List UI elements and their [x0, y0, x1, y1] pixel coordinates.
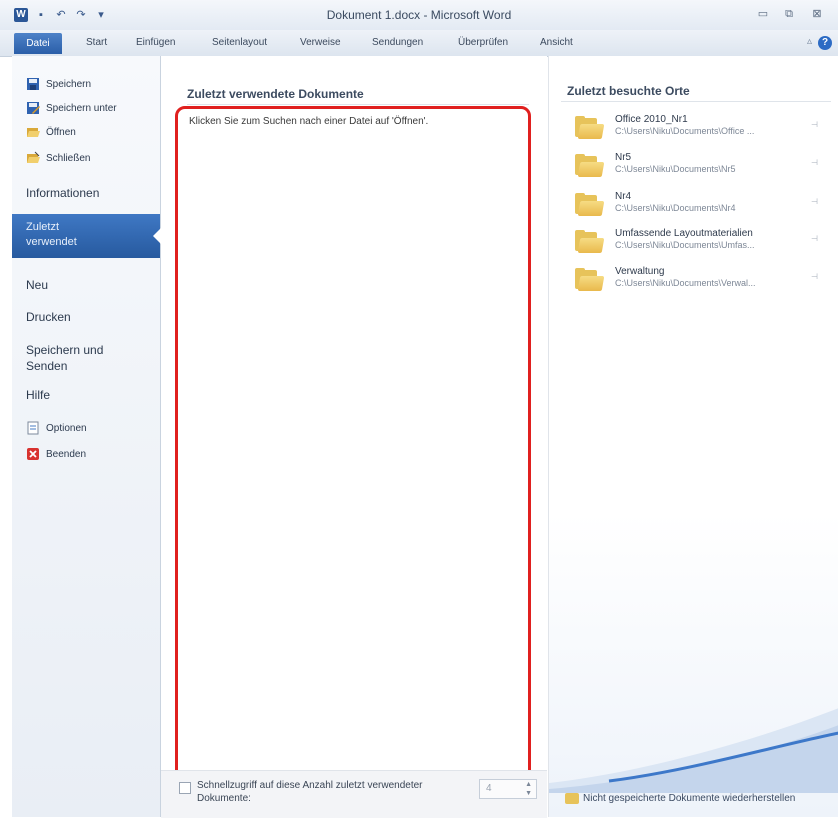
window-title: Dokument 1.docx - Microsoft Word	[326, 8, 512, 22]
nav-save[interactable]: Speichern	[12, 74, 160, 94]
divider	[561, 101, 831, 102]
restore-unsaved-link[interactable]: Nicht gespeicherte Dokumente wiederherst…	[565, 793, 795, 804]
nav-open-label: Öffnen	[46, 126, 76, 138]
folder-icon	[575, 230, 605, 254]
folder-icon	[575, 193, 605, 217]
tab-verweise[interactable]: Verweise	[300, 37, 341, 48]
quick-access-count-value: 4	[486, 783, 492, 794]
folder-icon	[575, 154, 605, 178]
nav-close[interactable]: Schließen	[12, 148, 160, 168]
place-name: Verwaltung	[615, 266, 665, 277]
tab-ansicht[interactable]: Ansicht	[540, 37, 573, 48]
highlight-annotation-box	[175, 106, 531, 806]
nav-informationen[interactable]: Informationen	[12, 186, 160, 200]
recent-documents-title: Zuletzt verwendete Dokumente	[187, 87, 364, 101]
nav-hilfe[interactable]: Hilfe	[12, 388, 160, 402]
pin-icon[interactable]: ⊣	[811, 272, 818, 281]
close-button[interactable]: ⊠	[806, 6, 828, 22]
save-icon	[27, 78, 39, 90]
nav-save-send-line2: Senden	[26, 359, 68, 373]
place-name: Nr5	[615, 152, 632, 163]
quick-access-checkbox[interactable]	[179, 782, 191, 794]
stepper-up-icon[interactable]: ▲	[525, 781, 532, 788]
folder-icon	[575, 268, 605, 292]
nav-save-send-line1: Speichern und	[26, 343, 104, 357]
tab-sendungen[interactable]: Sendungen	[372, 37, 423, 48]
minimize-button[interactable]: ▭	[752, 6, 774, 22]
place-path: C:\Users\Niku\Documents\Umfas...	[615, 240, 755, 250]
nav-neu[interactable]: Neu	[12, 278, 160, 292]
tab-einfuegen[interactable]: Einfügen	[136, 37, 175, 48]
place-name: Umfassende Layoutmaterialien	[615, 228, 753, 239]
close-document-icon	[27, 151, 40, 163]
recent-documents-panel: Zuletzt verwendete Dokumente Klicken Sie…	[161, 56, 547, 818]
place-path: C:\Users\Niku\Documents\Office ...	[615, 126, 755, 136]
pin-icon[interactable]: ⊣	[811, 120, 818, 129]
nav-drucken[interactable]: Drucken	[12, 310, 160, 324]
tab-ueberpruefen[interactable]: Überprüfen	[458, 37, 508, 48]
help-icon[interactable]: ?	[818, 36, 832, 50]
backstage-nav: Speichern Speichern unter Öffnen Schließ…	[12, 56, 161, 817]
empty-hint: Klicken Sie zum Suchen nach einer Datei …	[189, 116, 429, 127]
nav-active-label-line2: verwendet	[26, 236, 77, 248]
recent-place-item[interactable]: Nr5 C:\Users\Niku\Documents\Nr5 ⊣	[549, 148, 838, 186]
nav-exit-label: Beenden	[46, 448, 87, 460]
tab-start[interactable]: Start	[86, 37, 107, 48]
nav-save-label: Speichern	[46, 78, 92, 90]
title-bar: W ▪ ↶ ↷ ▾ Dokument 1.docx - Microsoft Wo…	[0, 0, 838, 31]
nav-save-as-label: Speichern unter	[46, 102, 117, 114]
tab-datei[interactable]: Datei	[14, 33, 62, 54]
save-as-icon	[27, 102, 40, 114]
restore-unsaved-label: Nicht gespeicherte Dokumente wiederherst…	[583, 793, 796, 804]
nav-options[interactable]: Optionen	[12, 418, 160, 438]
recent-place-item[interactable]: Office 2010_Nr1 C:\Users\Niku\Documents\…	[549, 110, 838, 148]
place-path: C:\Users\Niku\Documents\Nr5	[615, 164, 736, 174]
maximize-button[interactable]: ⧉	[778, 6, 800, 22]
nav-active-label-line1: Zuletzt	[26, 221, 60, 233]
pin-icon[interactable]: ⊣	[811, 197, 818, 206]
nav-zuletzt-verwendet[interactable]: Zuletzt verwendet	[12, 214, 161, 258]
tab-seitenlayout[interactable]: Seitenlayout	[212, 37, 267, 48]
recent-places-panel: Zuletzt besuchte Orte Office 2010_Nr1 C:…	[548, 56, 838, 817]
place-path: C:\Users\Niku\Documents\Verwal...	[615, 278, 756, 288]
ribbon-minimize-icon[interactable]: ▵	[807, 36, 812, 47]
options-icon	[27, 421, 39, 435]
nav-save-as[interactable]: Speichern unter	[12, 98, 160, 118]
nav-open[interactable]: Öffnen	[12, 122, 160, 142]
pin-icon[interactable]: ⊣	[811, 158, 818, 167]
nav-close-label: Schließen	[46, 152, 91, 164]
decorative-wave	[549, 708, 838, 793]
place-name: Office 2010_Nr1	[615, 114, 688, 125]
divider	[187, 104, 529, 105]
stepper-down-icon[interactable]: ▼	[525, 790, 532, 797]
recent-places-title: Zuletzt besuchte Orte	[567, 84, 690, 98]
open-folder-icon	[27, 128, 40, 137]
quick-access-label: Schnellzugriff auf diese Anzahl zuletzt …	[197, 780, 423, 804]
exit-icon	[27, 448, 39, 460]
recent-place-item[interactable]: Umfassende Layoutmaterialien C:\Users\Ni…	[549, 224, 838, 262]
quick-access-count-stepper[interactable]: 4 ▲ ▼	[479, 779, 537, 799]
folder-icon	[565, 793, 579, 804]
nav-options-label: Optionen	[46, 422, 87, 434]
folder-icon	[575, 116, 605, 140]
ribbon-tabs: Datei Start Einfügen Seitenlayout Verwei…	[0, 30, 838, 57]
place-name: Nr4	[615, 191, 632, 202]
selection-arrow	[153, 228, 161, 244]
recent-place-item[interactable]: Verwaltung C:\Users\Niku\Documents\Verwa…	[549, 262, 838, 300]
nav-speichern-und-senden[interactable]: Speichern und Senden	[12, 342, 160, 374]
nav-exit[interactable]: Beenden	[12, 444, 160, 464]
pin-icon[interactable]: ⊣	[811, 234, 818, 243]
recent-place-item[interactable]: Nr4 C:\Users\Niku\Documents\Nr4 ⊣	[549, 187, 838, 225]
place-path: C:\Users\Niku\Documents\Nr4	[615, 203, 736, 213]
